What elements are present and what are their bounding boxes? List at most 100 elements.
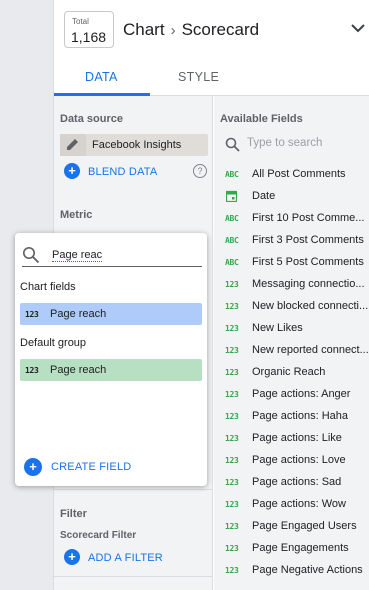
number-type-icon: 123 — [225, 280, 239, 289]
chart-field-option[interactable]: 123 Page reach — [20, 303, 202, 325]
default-group-label: Default group — [20, 337, 87, 349]
pencil-icon[interactable] — [60, 134, 86, 156]
field-name: Organic Reach — [252, 366, 326, 378]
data-source-title: Data source — [60, 113, 123, 125]
tab-style[interactable]: STYLE — [178, 70, 219, 84]
field-list-item[interactable]: 123 Page Negative Actions — [214, 560, 369, 582]
field-list-item[interactable]: 123 Page actions: Haha — [214, 406, 369, 428]
field-name: Page actions: Haha — [252, 410, 349, 422]
panel-tabs: DATA STYLE — [54, 58, 369, 96]
chart-type-preview[interactable]: Total 1,168 — [64, 11, 114, 48]
chevron-down-icon[interactable] — [350, 22, 366, 34]
field-list-item[interactable]: 123 Page Engaged Users — [214, 516, 369, 538]
field-list-item[interactable]: 123 Messaging connectio... — [214, 274, 369, 296]
chart-fields-label: Chart fields — [20, 281, 76, 293]
field-list-item[interactable]: 123 New reported connect... — [214, 340, 369, 362]
text-type-icon: ABC — [225, 236, 239, 245]
create-field-button[interactable]: CREATE FIELD — [51, 461, 131, 473]
field-name: Page actions: Sad — [252, 476, 342, 488]
field-list-item[interactable]: 123 Page actions: Wow — [214, 494, 369, 516]
field-name: New Likes — [252, 322, 303, 334]
field-name: Messaging connectio... — [252, 278, 365, 290]
search-icon — [225, 137, 240, 152]
panel-header: Total 1,168 Chart › Scorecard — [54, 0, 369, 58]
text-type-icon: ABC — [225, 258, 239, 267]
field-name: New reported connect... — [252, 344, 369, 356]
number-type-icon: 123 — [225, 368, 239, 377]
field-list-item[interactable]: 123 Organic Reach — [214, 362, 369, 384]
plus-icon[interactable]: + — [64, 549, 80, 565]
number-type-icon: 123 — [225, 390, 239, 399]
field-name: All Post Comments — [252, 168, 346, 180]
field-list-item[interactable]: ABC First 5 Post Comments — [214, 252, 369, 274]
field-name: Page reach — [50, 308, 107, 320]
total-value: 1,168 — [71, 29, 107, 45]
search-underline — [22, 266, 202, 267]
field-list-item[interactable]: 123 Page actions: Anger — [214, 384, 369, 406]
filter-title: Filter — [60, 508, 87, 520]
scorecard-filter-label: Scorecard Filter — [60, 530, 137, 541]
plus-icon[interactable]: + — [24, 458, 42, 476]
chevron-right-icon: › — [170, 22, 176, 39]
number-type-icon: 123 — [225, 544, 239, 553]
field-list-item[interactable]: 123 Page actions: Like — [214, 428, 369, 450]
number-type-icon: 123 — [25, 310, 39, 319]
field-list-item[interactable]: ABC First 3 Post Comments — [214, 230, 369, 252]
number-type-icon: 123 — [225, 500, 239, 509]
number-type-icon: 123 — [225, 324, 239, 333]
field-name: Page actions: Love — [252, 454, 346, 466]
search-icon — [22, 246, 40, 264]
field-name: First 10 Post Comme... — [252, 212, 365, 224]
available-fields-column: Available Fields Type to search ABC All P… — [214, 96, 369, 590]
help-icon[interactable]: ? — [193, 164, 207, 178]
field-name: Page Negative Actions — [252, 564, 363, 576]
field-list-item[interactable]: 123 New blocked connecti... — [214, 296, 369, 318]
text-type-icon: ABC — [225, 170, 239, 179]
field-picker-popup: Page reac Chart fields 123 Page reach De… — [15, 233, 207, 486]
data-source-name: Facebook Insights — [92, 139, 182, 151]
field-name: First 3 Post Comments — [252, 234, 364, 246]
data-source-chip[interactable]: Facebook Insights — [60, 134, 208, 156]
available-fields-title: Available Fields — [220, 113, 303, 125]
field-name: Page actions: Like — [252, 432, 342, 444]
number-type-icon: 123 — [25, 366, 39, 375]
field-name: Page reach — [50, 364, 107, 376]
tab-data[interactable]: DATA — [85, 70, 118, 84]
field-picker-search-input[interactable]: Page reac — [52, 249, 103, 262]
blend-data-button[interactable]: BLEND DATA — [88, 166, 157, 178]
field-list-item[interactable]: ABC First 10 Post Comme... — [214, 208, 369, 230]
field-name: First 5 Post Comments — [252, 256, 364, 268]
metric-title: Metric — [60, 209, 93, 221]
field-name: Page Engaged Users — [252, 520, 357, 532]
number-type-icon: 123 — [225, 412, 239, 421]
divider — [54, 576, 213, 577]
field-name: Date — [252, 190, 276, 202]
field-list-item[interactable]: ABC All Post Comments — [214, 164, 369, 186]
field-name: Page actions: Wow — [252, 498, 346, 510]
field-list-item[interactable]: Date — [214, 186, 369, 208]
breadcrumb: Chart › Scorecard — [123, 20, 259, 40]
field-list-item[interactable]: 123 Page actions: Love — [214, 450, 369, 472]
field-list-item[interactable]: 123 Page actions: Sad — [214, 472, 369, 494]
field-list-item[interactable]: 123 New Likes — [214, 318, 369, 340]
number-type-icon: 123 — [225, 346, 239, 355]
number-type-icon: 123 — [225, 302, 239, 311]
field-search-input[interactable]: Type to search — [247, 137, 322, 149]
number-type-icon: 123 — [225, 478, 239, 487]
breadcrumb-parent: Chart — [123, 20, 165, 39]
number-type-icon: 123 — [225, 566, 239, 575]
breadcrumb-current: Scorecard — [181, 20, 260, 39]
field-list-item[interactable]: 123 Page Engagements — [214, 538, 369, 560]
number-type-icon: 123 — [225, 522, 239, 531]
default-field-option[interactable]: 123 Page reach — [20, 359, 202, 381]
field-name: Page Engagements — [252, 542, 349, 554]
add-filter-button[interactable]: ADD A FILTER — [88, 552, 163, 564]
number-type-icon: 123 — [225, 456, 239, 465]
divider — [54, 489, 213, 490]
number-type-icon: 123 — [225, 434, 239, 443]
plus-icon[interactable]: + — [64, 163, 80, 179]
calendar-icon — [226, 190, 237, 202]
text-type-icon: ABC — [225, 214, 239, 223]
field-name: New blocked connecti... — [252, 300, 369, 312]
total-label: Total — [72, 17, 89, 26]
